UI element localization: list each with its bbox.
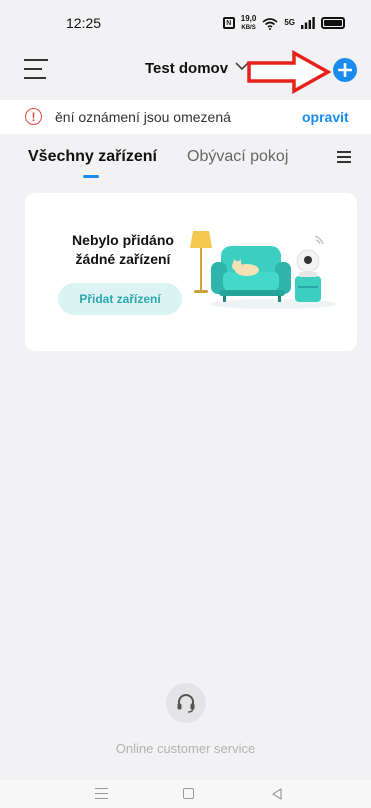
network-speed-value: 19,0 [240,13,257,23]
empty-state-title: Nebylo přidáno žádné zařízení [72,232,174,267]
customer-service-button[interactable] [166,683,206,723]
back-icon[interactable] [270,787,284,801]
add-device-icon-button[interactable] [333,58,357,82]
tab-living-room[interactable]: Obývací pokoj [187,148,288,166]
recent-apps-icon[interactable] [95,788,108,799]
battery-icon [321,17,345,29]
warning-icon: ! [25,108,42,125]
tab-all-devices[interactable]: Všechny zařízení [28,148,157,166]
network-speed: 19,0 KB/S [240,13,257,32]
active-tab-indicator [83,175,99,178]
plus-icon [338,63,352,77]
sofa-illustration [190,231,337,309]
cellular-5g-icon: 5G [284,18,295,27]
headset-icon [177,694,195,713]
status-time: 12:25 [66,15,102,31]
add-device-button[interactable]: Přidat zařízení [58,283,182,315]
empty-devices-card: Nebylo přidáno žádné zařízení Přidat zař… [25,193,357,351]
nfc-icon: N [222,17,235,29]
status-bar: 12:25 N 19,0 KB/S 5G [0,0,371,46]
wifi-icon [262,17,278,30]
signal-bars-icon [301,17,315,29]
annotation-arrow [247,50,332,94]
room-list-menu-icon[interactable] [337,151,351,163]
hamburger-menu-icon[interactable] [24,59,48,79]
network-speed-unit: KB/S [241,24,256,31]
fix-notification-link[interactable]: opravit [302,109,349,125]
notification-warning-text: ění oznámení jsou omezená [55,109,231,125]
home-name[interactable]: Test domov [145,60,228,77]
notification-warning-bar: ! ění oznámení jsou omezená opravit [0,100,371,134]
app-header: Test domov [0,46,371,94]
home-icon[interactable] [183,788,194,799]
status-icons: N 19,0 KB/S 5G [222,13,345,32]
customer-service-label[interactable]: Online customer service [0,741,371,756]
room-tabs: Všechny zařízení Obývací pokoj [0,140,371,180]
system-navigation-bar [0,780,371,808]
